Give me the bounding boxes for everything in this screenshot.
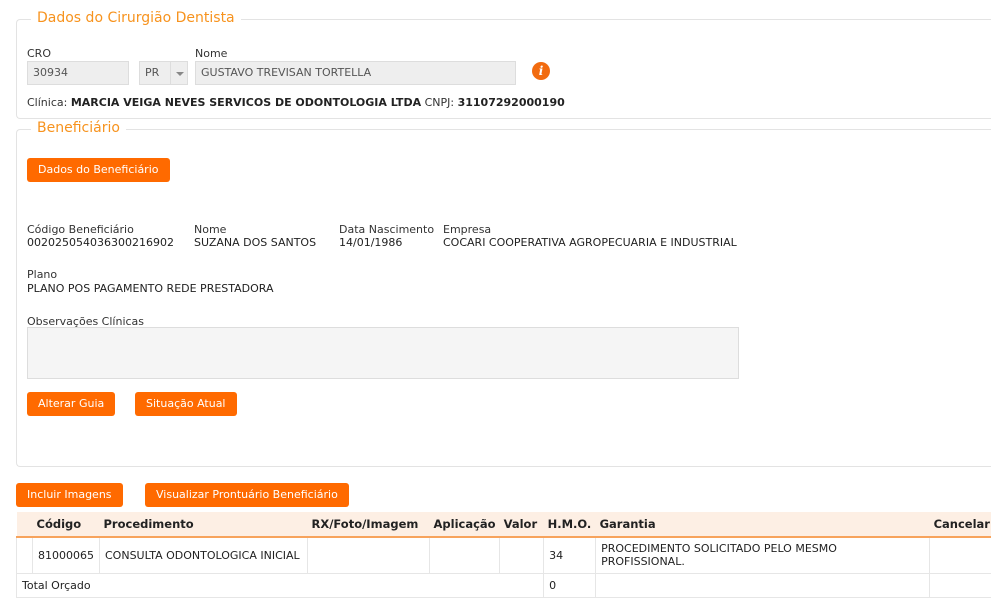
cro-label: CRO — [27, 47, 51, 60]
alterar-guia-button[interactable]: Alterar Guia — [27, 392, 116, 416]
header-rx[interactable]: RX/Foto/Imagem — [307, 512, 430, 538]
cnpj-value: 31107292000190 — [457, 96, 565, 109]
total-label: Total Orçado — [15, 572, 545, 598]
header-codigo[interactable]: Código — [32, 512, 100, 538]
row-spacer — [16, 536, 33, 574]
incluir-imagens-button[interactable]: Incluir Imagens — [16, 483, 123, 507]
total-hmo: 0 — [543, 572, 597, 598]
empresa-label: Empresa — [443, 223, 492, 236]
clinica-value: MARCIA VEIGA NEVES SERVICOS DE ODONTOLOG… — [70, 96, 422, 109]
table-header-row: Código Procedimento RX/Foto/Imagem Aplic… — [16, 512, 991, 538]
dados-beneficiario-button[interactable]: Dados do Beneficiário — [27, 158, 170, 182]
empresa-value: COCARI COOPERATIVA AGROPECUARIA E INDUST… — [443, 236, 737, 249]
cell-codigo: 81000065 — [32, 536, 100, 574]
total-garantia-empty — [595, 572, 931, 598]
plano-label: Plano — [27, 268, 58, 281]
cell-valor — [499, 536, 545, 574]
observacoes-textarea[interactable] — [27, 327, 739, 379]
header-spacer — [16, 512, 33, 538]
nome-beneficiario-value: SUZANA DOS SANTOS — [194, 236, 317, 249]
info-icon[interactable]: i — [532, 62, 550, 80]
codigo-beneficiario-label: Código Beneficiário — [27, 223, 134, 236]
clinica-line: Clínica: MARCIA VEIGA NEVES SERVICOS DE … — [27, 96, 565, 109]
cro-field[interactable]: 30934 — [27, 61, 129, 85]
nome-dentista-label: Nome — [195, 47, 228, 60]
total-row: Total Orçado 0 — [15, 572, 991, 598]
nome-beneficiario-label: Nome — [194, 223, 227, 236]
header-cancelar[interactable]: Cancelar — [929, 512, 991, 538]
cell-cancelar[interactable] — [929, 536, 991, 574]
beneficiario-legend: Beneficiário — [31, 120, 126, 136]
plano-value: PLANO POS PAGAMENTO REDE PRESTADORA — [27, 282, 274, 295]
cell-aplicacao — [428, 536, 501, 574]
uf-select[interactable]: PR — [139, 61, 171, 85]
cirurgiao-legend: Dados do Cirurgião Dentista — [31, 10, 241, 26]
uf-dropdown-arrow-icon[interactable] — [170, 61, 188, 85]
codigo-beneficiario-value: 00202505403630021​6902 — [27, 236, 174, 249]
header-garantia[interactable]: Garantia — [595, 512, 930, 538]
visualizar-prontuario-button[interactable]: Visualizar Prontuário Beneficiário — [145, 483, 349, 507]
header-valor[interactable]: Valor — [499, 512, 544, 538]
cell-garantia: PROCEDIMENTO SOLICITADO PELO MESMO PROFI… — [595, 536, 931, 574]
situacao-atual-button[interactable]: Situação Atual — [135, 392, 237, 416]
nome-dentista-field[interactable]: GUSTAVO TREVISAN TORTELLA — [195, 61, 516, 85]
clinica-label: Clínica: — [27, 96, 68, 109]
data-nascimento-label: Data Nascimento — [339, 223, 435, 236]
cell-rx[interactable] — [307, 536, 430, 574]
procedures-table: Código Procedimento RX/Foto/Imagem Aplic… — [15, 512, 991, 598]
data-nascimento-value: 14/01/1986 — [339, 236, 403, 249]
cell-hmo: 34 — [543, 536, 597, 574]
cnpj-label: CNPJ: — [424, 96, 455, 109]
header-aplicacao[interactable]: Aplicação — [429, 512, 500, 538]
table-row: 81000065 CONSULTA ODONTOLOGICA INICIAL 3… — [16, 536, 991, 574]
header-procedimento[interactable]: Procedimento — [99, 512, 308, 538]
header-hmo[interactable]: H.M.O. — [543, 512, 596, 538]
cell-procedimento: CONSULTA ODONTOLOGICA INICIAL — [99, 536, 308, 574]
total-cancelar-empty — [929, 572, 991, 598]
